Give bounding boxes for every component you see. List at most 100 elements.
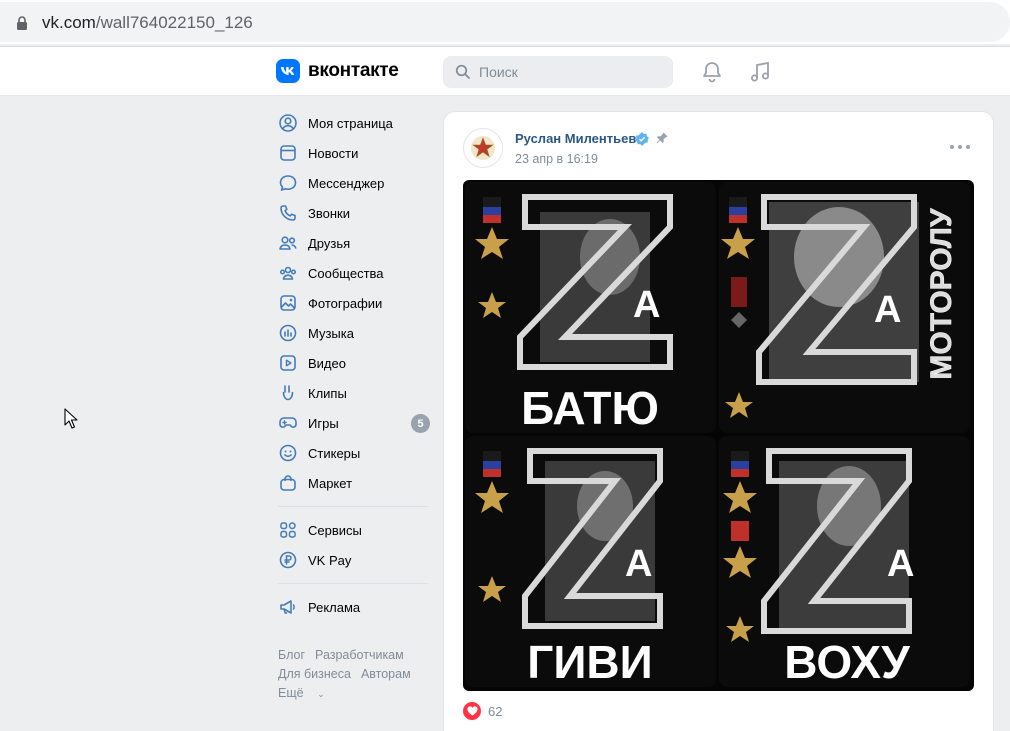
za-letter: А <box>887 543 914 585</box>
wall-post: Руслан Милентьев 23 апр в 16:19 А БАТЮ А… <box>443 111 994 731</box>
z-poster-graphic: А ГИВИ <box>465 436 716 687</box>
sidebar-item-my-page[interactable]: Моя страница <box>272 108 432 138</box>
lock-icon <box>17 16 27 30</box>
pin-icon <box>656 132 668 144</box>
sidebar-item-label: VK Pay <box>308 552 352 568</box>
heart-icon <box>463 702 481 720</box>
sidebar-item-photos[interactable]: Фотографии <box>272 288 432 318</box>
bell-icon[interactable] <box>700 60 724 84</box>
sidebar-item-label: Игры <box>308 415 339 431</box>
sidebar-item-messenger[interactable]: Мессенджер <box>272 168 432 198</box>
sidebar-item-label: Сервисы <box>308 522 362 538</box>
footer-link-blog[interactable]: Блог <box>278 648 305 662</box>
sidebar-item-clips[interactable]: Клипы <box>272 378 432 408</box>
url-path: /wall764022150_126 <box>95 13 253 32</box>
footer-link-business[interactable]: Для бизнеса <box>278 667 351 681</box>
avatar[interactable] <box>463 128 503 168</box>
footer-link-more[interactable]: Ещё ⌄ <box>278 686 335 700</box>
url-field[interactable]: vk.com/wall764022150_126 <box>0 2 1010 42</box>
news-icon <box>278 143 298 163</box>
footer-link-developers[interactable]: Разработчикам <box>315 648 404 662</box>
post-author-link[interactable]: Руслан Милентьев <box>515 131 636 146</box>
collage-tile: А ГИВИ <box>465 436 716 687</box>
sidebar-item-friends[interactable]: Друзья <box>272 228 432 258</box>
mouse-cursor-icon <box>64 408 78 429</box>
message-icon <box>278 173 298 193</box>
sidebar-item-label: Новости <box>308 145 359 161</box>
sidebar-divider <box>278 506 428 507</box>
sidebar-item-label: Звонки <box>308 205 350 221</box>
sidebar-item-label: Реклама <box>308 599 361 615</box>
user-circle-icon <box>278 113 298 133</box>
url-domain: vk.com <box>42 13 96 32</box>
sidebar-item-communities[interactable]: Сообщества <box>272 258 432 288</box>
tile-caption: ВОХУ <box>784 636 911 687</box>
clips-icon <box>278 383 298 403</box>
photo-icon <box>278 293 298 313</box>
sidebar-item-news[interactable]: Новости <box>272 138 432 168</box>
market-icon <box>278 473 298 493</box>
sidebar-item-vkpay[interactable]: VK Pay <box>272 545 432 575</box>
tile-caption: БАТЮ <box>521 382 659 433</box>
footer-link-authors[interactable]: Авторам <box>361 667 411 681</box>
collage-tile: А МОТОРОЛУ <box>719 182 970 433</box>
vk-logo-icon <box>276 59 300 83</box>
sidebar-item-label: Мессенджер <box>308 175 385 191</box>
sidebar-item-stickers[interactable]: Стикеры <box>272 438 432 468</box>
logo-text: вконтакте <box>308 60 399 81</box>
notification-badge: 5 <box>411 414 430 433</box>
za-letter: А <box>633 284 660 326</box>
tile-caption: ГИВИ <box>527 636 652 687</box>
sidebar-item-calls[interactable]: Звонки <box>272 198 432 228</box>
search-placeholder: Поиск <box>479 64 518 80</box>
sidebar-item-label: Фотографии <box>308 295 383 311</box>
url-text: vk.com/wall764022150_126 <box>42 13 253 33</box>
footer-more-label: Ещё <box>278 686 304 700</box>
verified-icon <box>635 132 649 146</box>
left-sidebar: Моя страница Новости Мессенджер Звонки Д… <box>272 108 432 704</box>
collage-tile: А ВОХУ <box>719 436 970 687</box>
vk-header: вконтакте Поиск <box>0 47 1010 96</box>
tile-caption: МОТОРОЛУ <box>925 208 958 379</box>
communities-icon <box>278 263 298 283</box>
sidebar-item-label: Моя страница <box>308 115 393 131</box>
browser-address-bar: vk.com/wall764022150_126 <box>0 0 1010 44</box>
music-note-icon[interactable] <box>748 60 772 84</box>
phone-icon <box>278 203 298 223</box>
search-icon <box>455 64 470 79</box>
sidebar-item-label: Друзья <box>308 235 351 251</box>
vk-logo[interactable]: вконтакте <box>276 59 399 83</box>
sidebar-item-label: Маркет <box>308 475 353 491</box>
sidebar-item-services[interactable]: Сервисы <box>272 515 432 545</box>
chevron-down-icon: ⌄ <box>317 689 325 699</box>
sidebar-footer-links: Блог Разработчикам Для бизнеса Авторам Ещё… <box>272 646 432 704</box>
za-letter: А <box>874 289 901 331</box>
vkpay-icon <box>278 550 298 570</box>
post-image-collage[interactable]: А БАТЮ А МОТОРОЛУ А ГИВИ А ВОХУ <box>463 180 974 691</box>
megaphone-icon <box>278 597 298 617</box>
like-button[interactable]: 62 <box>463 702 502 720</box>
sidebar-item-label: Клипы <box>308 385 347 401</box>
search-input[interactable]: Поиск <box>443 56 673 88</box>
likes-count: 62 <box>488 703 503 719</box>
video-icon <box>278 353 298 373</box>
za-letter: А <box>625 543 652 585</box>
sticker-icon <box>278 443 298 463</box>
more-options-button[interactable] <box>950 142 970 152</box>
sidebar-item-games[interactable]: Игры 5 <box>272 408 432 438</box>
sidebar-item-label: Музыка <box>308 325 354 341</box>
sidebar-item-music[interactable]: Музыка <box>272 318 432 348</box>
sidebar-item-label: Видео <box>308 355 346 371</box>
post-date[interactable]: 23 апр в 16:19 <box>515 152 598 166</box>
z-poster-graphic: А ВОХУ <box>719 436 970 687</box>
z-poster-graphic: А МОТОРОЛУ <box>719 182 970 433</box>
sidebar-divider <box>278 583 428 584</box>
sidebar-item-ads[interactable]: Реклама <box>272 592 432 622</box>
sidebar-item-video[interactable]: Видео <box>272 348 432 378</box>
services-icon <box>278 520 298 540</box>
music-icon <box>278 323 298 343</box>
collage-tile: А БАТЮ <box>465 182 716 433</box>
sidebar-item-label: Стикеры <box>308 445 361 461</box>
sidebar-item-label: Сообщества <box>308 265 384 281</box>
sidebar-item-market[interactable]: Маркет <box>272 468 432 498</box>
